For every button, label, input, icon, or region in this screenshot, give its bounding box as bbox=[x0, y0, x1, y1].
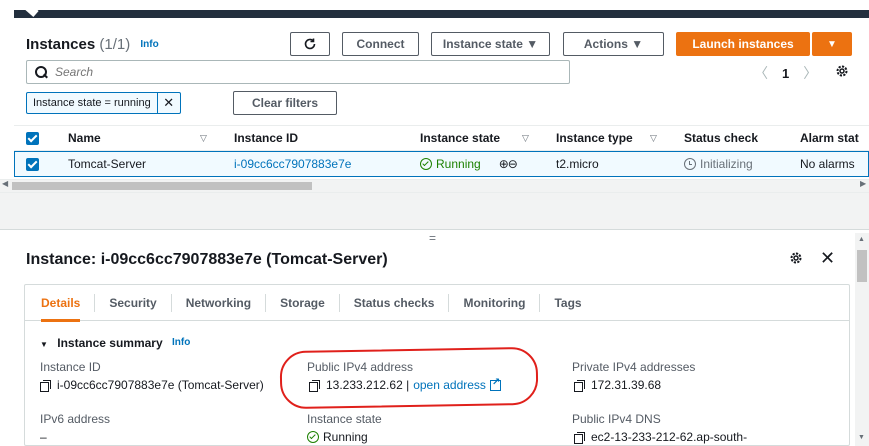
tab-storage[interactable]: Storage bbox=[266, 293, 340, 312]
summary-info-link[interactable]: Info bbox=[172, 337, 190, 348]
close-panel-button[interactable]: ✕ bbox=[820, 248, 835, 269]
info-link[interactable]: Info bbox=[140, 39, 158, 50]
search-box[interactable] bbox=[26, 60, 570, 84]
prev-page-button[interactable]: 〈 bbox=[754, 63, 768, 83]
check-circle-icon bbox=[420, 158, 432, 170]
sort-icon[interactable]: ▽ bbox=[650, 126, 657, 150]
private-ipv4-value: 172.31.39.68 bbox=[574, 378, 661, 392]
zoom-icon[interactable]: ⊕⊖ bbox=[499, 157, 518, 171]
table-row[interactable]: Tomcat-Server i-09cc6cc7907883e7e Runnin… bbox=[14, 151, 869, 177]
private-ipv4-text: 172.31.39.68 bbox=[591, 378, 662, 392]
copy-icon[interactable] bbox=[574, 431, 585, 444]
instance-state-value: Running bbox=[307, 430, 368, 444]
row-alarm-status: No alarms bbox=[800, 157, 855, 171]
annotation-circle bbox=[279, 346, 539, 410]
public-dns-value: ec2-13-233-212-62.ap-south- bbox=[574, 430, 747, 444]
details-tabs: Details Security Networking Storage Stat… bbox=[25, 285, 849, 322]
row-name: Tomcat-Server bbox=[68, 157, 147, 171]
instance-id-value: i-09cc6cc7907883e7e (Tomcat-Server) bbox=[40, 378, 264, 392]
instance-state-label: Instance state bbox=[307, 412, 382, 426]
row-instance-id-link[interactable]: i-09cc6cc7907883e7e bbox=[234, 152, 351, 176]
scroll-down-icon[interactable]: ▼ bbox=[858, 434, 865, 441]
ipv6-label: IPv6 address bbox=[40, 412, 111, 426]
horizontal-scrollbar-thumb[interactable] bbox=[12, 182, 312, 190]
copy-icon[interactable] bbox=[40, 379, 51, 392]
tab-details[interactable]: Details bbox=[41, 293, 96, 322]
collapse-triangle-icon[interactable]: ▼ bbox=[40, 340, 48, 349]
actions-dropdown[interactable]: Actions ▼ bbox=[563, 32, 664, 56]
split-divider[interactable] bbox=[0, 229, 869, 230]
column-header-alarm-status[interactable]: Alarm stat bbox=[800, 126, 859, 150]
scroll-right-icon[interactable]: ▶ bbox=[860, 179, 866, 188]
instance-summary-header[interactable]: ▼ Instance summary Info bbox=[40, 336, 190, 350]
sort-icon[interactable]: ▽ bbox=[200, 126, 207, 150]
current-page[interactable]: 1 bbox=[782, 66, 789, 81]
tab-monitoring[interactable]: Monitoring bbox=[449, 293, 541, 312]
table-header: Name ▽ Instance ID Instance state ▽ Inst… bbox=[14, 125, 869, 151]
connect-button[interactable]: Connect bbox=[342, 32, 419, 56]
check-circle-icon bbox=[307, 431, 319, 443]
column-header-status-check[interactable]: Status check bbox=[684, 126, 758, 150]
column-header-instance-type[interactable]: Instance type bbox=[556, 126, 633, 150]
instance-count: (1/1) bbox=[99, 36, 131, 53]
private-ipv4-label: Private IPv4 addresses bbox=[572, 360, 696, 374]
gear-icon[interactable] bbox=[789, 251, 803, 265]
tab-status-checks[interactable]: Status checks bbox=[340, 293, 450, 312]
next-page-button[interactable]: 〉 bbox=[803, 63, 817, 83]
instance-state-dropdown[interactable]: Instance state ▼ bbox=[431, 32, 550, 56]
filter-token: Instance state = running ✕ bbox=[26, 92, 181, 114]
column-header-name[interactable]: Name bbox=[68, 126, 101, 150]
summary-title: Instance summary bbox=[57, 336, 163, 350]
gear-icon[interactable] bbox=[835, 64, 849, 78]
instance-id-label: Instance ID bbox=[40, 360, 101, 374]
filter-token-label: Instance state = running bbox=[27, 93, 158, 113]
checkbox-checked-icon bbox=[26, 131, 39, 145]
launch-instances-dropdown[interactable]: ▼ bbox=[812, 32, 852, 56]
split-gap bbox=[0, 193, 869, 229]
tab-tags[interactable]: Tags bbox=[540, 294, 595, 312]
diagonal-decoration bbox=[17, 0, 39, 18]
search-input[interactable] bbox=[55, 65, 555, 79]
clock-icon bbox=[684, 158, 696, 170]
public-dns-label: Public IPv4 DNS bbox=[572, 412, 661, 426]
copy-icon[interactable] bbox=[574, 379, 585, 392]
column-header-instance-state[interactable]: Instance state bbox=[420, 126, 500, 150]
checkbox-checked-icon bbox=[26, 157, 39, 171]
refresh-icon bbox=[304, 38, 316, 50]
instance-id-text: i-09cc6cc7907883e7e (Tomcat-Server) bbox=[57, 378, 264, 392]
console-nav-bar bbox=[14, 10, 869, 18]
scroll-up-icon[interactable]: ▲ bbox=[858, 236, 865, 243]
panel-title: Instance: i-09cc6cc7907883e7e (Tomcat-Se… bbox=[26, 251, 388, 268]
tab-networking[interactable]: Networking bbox=[172, 293, 267, 312]
page-title-text: Instances bbox=[26, 36, 96, 53]
row-checkbox[interactable] bbox=[26, 152, 39, 176]
row-status-check: Initializing bbox=[684, 152, 753, 176]
public-dns-text: ec2-13-233-212-62.ap-south- bbox=[591, 430, 748, 444]
page-title: Instances (1/1) Info bbox=[26, 36, 159, 53]
select-all-checkbox[interactable] bbox=[26, 126, 39, 150]
refresh-button[interactable] bbox=[290, 32, 330, 56]
pagination: 〈 1 〉 bbox=[754, 63, 817, 83]
row-status-text: Initializing bbox=[700, 157, 753, 171]
sort-icon[interactable]: ▽ bbox=[522, 126, 529, 150]
row-instance-type: t2.micro bbox=[556, 157, 599, 171]
column-header-instance-id[interactable]: Instance ID bbox=[234, 126, 298, 150]
clear-filters-button[interactable]: Clear filters bbox=[233, 91, 337, 115]
drag-handle-icon[interactable]: = bbox=[429, 231, 436, 245]
search-icon bbox=[35, 66, 47, 78]
remove-filter-button[interactable]: ✕ bbox=[158, 95, 180, 111]
scroll-left-icon[interactable]: ◀ bbox=[2, 179, 8, 188]
instance-state-text: Running bbox=[323, 430, 368, 444]
row-state-text: Running bbox=[436, 157, 481, 171]
launch-instances-button[interactable]: Launch instances bbox=[676, 32, 810, 56]
vertical-scrollbar-thumb[interactable] bbox=[857, 250, 867, 282]
ipv6-value: – bbox=[40, 430, 47, 444]
row-state: Running ⊕⊖ bbox=[420, 152, 518, 176]
tab-security[interactable]: Security bbox=[95, 293, 172, 312]
